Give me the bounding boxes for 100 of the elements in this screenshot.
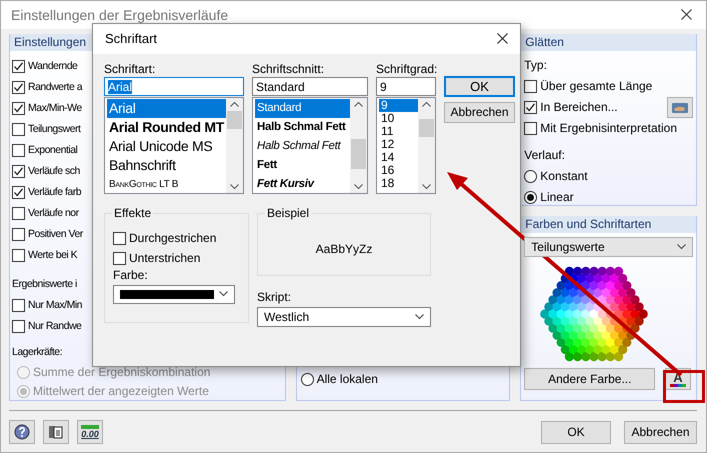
scroll-down-icon[interactable] [354, 184, 363, 190]
checkbox[interactable] [12, 144, 25, 157]
checkbox[interactable] [12, 207, 25, 220]
decimal-places-button[interactable]: 0.00 [77, 420, 103, 444]
color-select[interactable] [113, 284, 235, 304]
scrollbar[interactable] [350, 98, 367, 194]
document-icon [48, 424, 64, 440]
cancel-button[interactable]: Abbrechen [444, 102, 515, 123]
list-item[interactable]: Standard [255, 99, 350, 118]
scroll-thumb[interactable] [419, 119, 434, 138]
list-item[interactable]: Fett [255, 156, 350, 176]
list-item[interactable]: Arial Unicode MS [107, 137, 226, 156]
color-palette-drawing[interactable] [538, 264, 649, 364]
highlight-frame [663, 370, 705, 403]
section-label: Lagerkräfte: [12, 346, 62, 359]
list-item[interactable]: 12 [379, 138, 418, 152]
radio-label: Mittelwert der angezeigten Werte [33, 384, 209, 399]
list-item[interactable]: 9 [379, 99, 418, 112]
checkbox-label: Werte bei K [28, 249, 78, 262]
checkbox[interactable] [12, 249, 25, 262]
ok-button[interactable]: OK [541, 420, 611, 444]
list-item[interactable]: Halb Schmal Fett [255, 118, 350, 138]
radio-label: Linear [540, 190, 574, 205]
checkbox[interactable] [113, 252, 126, 265]
input-field[interactable]: Standard [252, 77, 368, 96]
input-field[interactable]: Arial [104, 77, 244, 96]
sample-text: AaBbYyZz [316, 242, 372, 256]
checkbox[interactable] [524, 122, 538, 135]
checkbox[interactable] [12, 123, 25, 136]
list-item[interactable]: Arial [107, 99, 226, 118]
field-label: Skript: [257, 290, 292, 305]
checkbox[interactable] [113, 232, 126, 245]
checkbox-label: Positiven Ver [28, 228, 83, 241]
checkbox[interactable] [12, 165, 25, 178]
window-title: Einstellungen der Ergebnisverläufe [11, 6, 228, 24]
scroll-up-icon[interactable] [422, 101, 431, 108]
cancel-button[interactable]: Abbrechen [624, 420, 697, 444]
checkbox-label: Exponential [28, 144, 78, 157]
scroll-up-icon[interactable] [354, 101, 363, 108]
checkbox-label: Unterstrichen [129, 251, 200, 266]
range-settings-button[interactable] [667, 97, 693, 118]
checkbox[interactable] [12, 228, 25, 241]
radio-button[interactable] [524, 191, 538, 204]
checkbox[interactable] [524, 101, 538, 114]
scroll-up-icon[interactable] [230, 101, 239, 108]
checkbox-label: Verläufe sch [28, 165, 80, 178]
checkbox-label: Mit Ergebnisinterpretation [540, 121, 677, 136]
checkbox[interactable] [12, 320, 25, 333]
checkbox-label: Nur Max/Min [28, 299, 82, 312]
scroll-thumb[interactable] [351, 139, 366, 170]
checkbox[interactable] [12, 186, 25, 199]
radio-label: Summe der Ergebniskombination [33, 365, 210, 380]
list-item[interactable]: 11 [379, 125, 418, 138]
help-button[interactable] [9, 420, 35, 444]
checkbox[interactable] [12, 60, 25, 73]
section-label: Typ: [524, 58, 547, 73]
dialog-title: Schriftart [105, 31, 158, 47]
list-item[interactable]: 10 [379, 112, 418, 126]
list-item[interactable]: Arial Rounded MT [107, 118, 226, 138]
checkbox[interactable] [12, 102, 25, 115]
field-label: Schriftgrad: [376, 62, 436, 76]
checkbox-label: Randwerte a [28, 81, 82, 94]
other-color-button[interactable]: Andere Farbe... [524, 368, 656, 390]
dropdown-caret-icon [677, 244, 686, 250]
dropdown-caret-icon [219, 291, 228, 298]
help-icon [14, 424, 30, 440]
scrollbar[interactable] [418, 98, 435, 194]
ok-button[interactable]: OK [444, 76, 515, 97]
export-button[interactable] [43, 420, 69, 444]
list-item[interactable]: BankGothic LT B [107, 175, 226, 194]
list-item[interactable]: 18 [379, 177, 418, 190]
panel-header: Farben und Schriftarten [521, 216, 696, 233]
checkbox-label: Über gesamte Länge [540, 79, 652, 94]
field-label: Schriftschnitt: [252, 62, 326, 76]
radio-button[interactable] [524, 170, 538, 183]
section-label: Verlauf: [524, 148, 565, 163]
checkbox[interactable] [524, 80, 538, 93]
list-item[interactable]: 16 [379, 164, 418, 178]
checkbox-label: Verläufe nor [28, 207, 79, 220]
radio-label: Alle lokalen [316, 372, 378, 387]
checkbox[interactable] [12, 81, 25, 94]
radio-label: Konstant [540, 169, 588, 184]
list-item[interactable]: Bahnschrift [107, 156, 226, 176]
field-label: Schriftart: [104, 62, 156, 76]
color-bar-icon [670, 384, 686, 387]
list-item[interactable]: 14 [379, 151, 418, 164]
radio-button[interactable] [300, 373, 314, 386]
checkbox-label: Durchgestrichen [129, 231, 216, 246]
dropdown-caret-icon [415, 314, 424, 320]
input-field[interactable]: 9 [376, 77, 436, 96]
scroll-down-icon[interactable] [230, 184, 239, 190]
color-scheme-select[interactable]: Teilungswerte [524, 237, 693, 257]
group-title: Beispiel [265, 206, 312, 221]
scroll-down-icon[interactable] [422, 184, 431, 190]
script-select[interactable]: Westlich [257, 306, 431, 327]
scrollbar[interactable] [226, 98, 243, 194]
list-item[interactable]: Fett Kursiv [255, 175, 350, 194]
checkbox[interactable] [12, 299, 25, 312]
scroll-thumb[interactable] [227, 111, 242, 130]
list-item[interactable]: Halb Schmal Fett [255, 137, 350, 156]
